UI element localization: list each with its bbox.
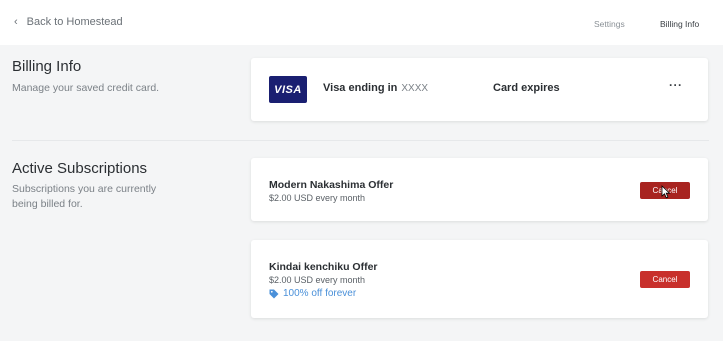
card-ending: Visa ending in XXXX xyxy=(323,82,428,94)
card-number-mask: XXXX xyxy=(401,83,429,94)
top-bar: ‹ Back to Homestead Settings Billing Info xyxy=(0,0,723,45)
tag-icon xyxy=(269,289,279,298)
card-expires-label: Card expires xyxy=(493,82,560,94)
subscription-price: $2.00 USD every month xyxy=(269,275,366,285)
back-link-label: Back to Homestead xyxy=(26,16,123,28)
subscription-name: Modern Nakashima Offer xyxy=(269,179,394,191)
subscriptions-description-line2: being billed for. xyxy=(12,198,83,210)
subscription-discount: 100% off forever xyxy=(269,288,356,299)
subscription-card: Modern Nakashima Offer $2.00 USD every m… xyxy=(251,158,708,221)
billing-info-title: Billing Info xyxy=(12,58,82,75)
subscription-name: Kindai kenchiku Offer xyxy=(269,261,378,273)
subscription-card: Kindai kenchiku Offer $2.00 USD every mo… xyxy=(251,240,708,318)
credit-card-panel: VISA Visa ending in XXXX Card expires ··· xyxy=(251,58,708,121)
subscription-price: $2.00 USD every month xyxy=(269,193,366,203)
tab-billing-info[interactable]: Billing Info xyxy=(660,19,699,29)
card-ending-label: Visa ending in xyxy=(323,82,398,94)
subscriptions-description-line1: Subscriptions you are currently xyxy=(12,183,157,195)
subscriptions-description: Subscriptions you are currently being bi… xyxy=(12,182,156,212)
tab-settings[interactable]: Settings xyxy=(594,19,625,29)
back-link[interactable]: ‹ Back to Homestead xyxy=(14,16,123,28)
mouse-cursor-icon xyxy=(661,185,671,199)
billing-info-description: Manage your saved credit card. xyxy=(12,82,160,94)
chevron-left-icon: ‹ xyxy=(14,16,18,28)
visa-logo: VISA xyxy=(269,76,307,103)
ellipsis-icon[interactable]: ··· xyxy=(669,78,683,92)
cancel-subscription-button[interactable]: Cancel xyxy=(640,271,690,288)
subscriptions-title: Active Subscriptions xyxy=(12,160,148,177)
discount-label: 100% off forever xyxy=(283,288,357,299)
section-divider xyxy=(12,140,709,141)
